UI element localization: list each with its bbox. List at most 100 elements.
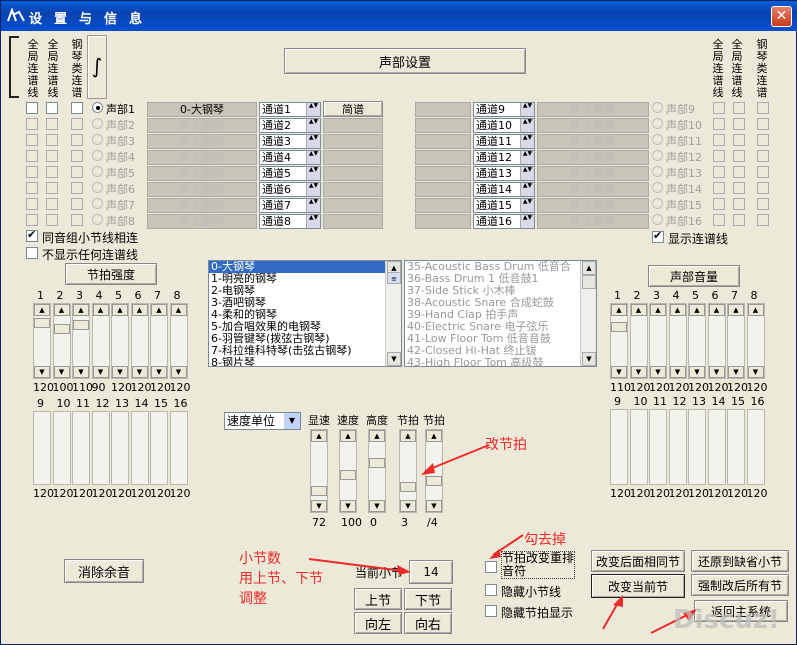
global-staff-checkbox-2[interactable]: [46, 150, 58, 162]
beat-strength-slider[interactable]: ▲ ▼: [111, 303, 129, 379]
up-arrow-icon[interactable]: ▲: [369, 430, 385, 442]
voice-volume-lower-slider[interactable]: [707, 409, 726, 485]
beat-strength-lower-slider[interactable]: [130, 411, 149, 485]
global-staff-checkbox-2[interactable]: [46, 102, 58, 114]
slider-thumb[interactable]: [340, 470, 356, 480]
voice-radio[interactable]: [92, 134, 103, 145]
channel-field[interactable]: 通道5 ▲▼: [259, 166, 321, 181]
brace-toggle-left[interactable]: [9, 36, 19, 98]
voice-volume-lower-slider[interactable]: [610, 409, 628, 485]
brace-button-left[interactable]: ∫: [87, 35, 107, 99]
beat-strength-lower-slider[interactable]: [91, 411, 110, 485]
global-staff-checkbox[interactable]: [713, 166, 725, 178]
channel-spinner[interactable]: ▲▼: [306, 135, 320, 148]
instrument-field[interactable]: 0-大钢琴: [147, 150, 257, 165]
beat-strength-slider[interactable]: ▲ ▼: [169, 303, 188, 379]
prev-bar-button[interactable]: 上节: [354, 588, 402, 610]
voice-radio[interactable]: [92, 118, 103, 129]
slider-thumb[interactable]: [400, 482, 416, 492]
restore-default-button[interactable]: 还原到缺省小节: [691, 550, 789, 572]
beat-strength-lower-slider[interactable]: [72, 411, 90, 485]
down-arrow-icon[interactable]: ▼: [611, 366, 627, 378]
global-staff-checkbox[interactable]: [26, 102, 38, 114]
up-arrow-icon[interactable]: ▲: [611, 304, 627, 316]
global-staff-checkbox[interactable]: [713, 198, 725, 210]
global-staff-checkbox-2[interactable]: [733, 118, 745, 130]
piano-staff-checkbox[interactable]: [757, 214, 769, 226]
clear-sound-button[interactable]: 消除余音: [64, 559, 144, 583]
tempo-slider[interactable]: ▲ ▼: [310, 429, 328, 513]
beat-strength-lower-slider[interactable]: [150, 411, 168, 485]
piano-staff-checkbox[interactable]: [71, 166, 83, 178]
instrument-list[interactable]: 0-大钢琴 1-明亮的钢琴 2-电钢琴 3-酒吧钢琴 4-柔和的钢琴 5-加合唱效果的电钢…: [208, 260, 402, 367]
voice-radio[interactable]: [652, 118, 663, 129]
global-staff-checkbox[interactable]: [713, 150, 725, 162]
channel-spinner[interactable]: ▲▼: [520, 199, 534, 212]
beat-strength-lower-slider[interactable]: [52, 411, 71, 485]
force-all-button[interactable]: 强制改后所有节: [691, 574, 789, 596]
global-staff-checkbox-2[interactable]: [46, 198, 58, 210]
down-arrow-icon[interactable]: ▼: [650, 366, 666, 378]
channel-spinner[interactable]: ▲▼: [520, 135, 534, 148]
channel-field[interactable]: 通道12 ▲▼: [473, 150, 535, 165]
same-group-link-checkbox[interactable]: [26, 228, 38, 242]
instrument-field[interactable]: 0-大钢琴: [147, 182, 257, 197]
piano-staff-checkbox[interactable]: [71, 150, 83, 162]
voice-volume-slider[interactable]: ▲ ▼: [746, 303, 765, 379]
up-arrow-icon[interactable]: ▲: [689, 304, 705, 316]
down-arrow-icon[interactable]: ▼: [689, 366, 705, 378]
beat-strength-lower-slider[interactable]: [33, 411, 51, 485]
global-staff-checkbox-2[interactable]: [733, 198, 745, 210]
voice-radio[interactable]: [652, 198, 663, 209]
beat-strength-slider[interactable]: ▲ ▼: [72, 303, 90, 379]
up-arrow-icon[interactable]: ▲: [34, 304, 50, 316]
voice-volume-lower-slider[interactable]: [649, 409, 667, 485]
beat-strength-button[interactable]: 节拍强度: [65, 263, 157, 285]
up-arrow-icon[interactable]: ▲: [112, 304, 128, 316]
voice-volume-slider[interactable]: ▲ ▼: [668, 303, 687, 379]
global-staff-checkbox[interactable]: [713, 214, 725, 226]
piano-staff-checkbox[interactable]: [757, 166, 769, 178]
global-staff-checkbox[interactable]: [26, 118, 38, 130]
beat-strength-lower-slider[interactable]: [111, 411, 129, 485]
down-arrow-icon[interactable]: ▼: [426, 500, 442, 512]
instrument-field[interactable]: 0-大钢琴: [537, 150, 649, 165]
up-arrow-icon[interactable]: ▲: [340, 430, 356, 442]
instrument-field[interactable]: 0-大钢琴: [537, 214, 649, 229]
down-arrow-icon[interactable]: ▼: [747, 366, 764, 378]
slider-thumb[interactable]: [34, 318, 50, 328]
channel-spinner[interactable]: ▲▼: [306, 167, 320, 180]
instrument-field[interactable]: 0-大钢琴: [537, 134, 649, 149]
drum-list[interactable]: 35-Acoustic Bass Drum 低音合 36-Bass Drum 1 …: [404, 260, 597, 367]
slider-thumb[interactable]: [53, 324, 70, 334]
up-arrow-icon[interactable]: ▲: [92, 304, 109, 316]
up-arrow-icon[interactable]: ▲: [170, 304, 187, 316]
voice-volume-lower-slider[interactable]: [727, 409, 745, 485]
up-arrow-icon[interactable]: ▲: [728, 304, 744, 316]
down-arrow-icon[interactable]: ▼: [630, 366, 647, 378]
up-arrow-icon[interactable]: ▲: [630, 304, 647, 316]
global-staff-checkbox[interactable]: [713, 102, 725, 114]
channel-spinner[interactable]: ▲▼: [520, 215, 534, 228]
simple-score-button[interactable]: 简谱: [323, 101, 383, 117]
next-bar-button[interactable]: 下节: [404, 588, 452, 610]
down-arrow-icon[interactable]: ▼: [311, 500, 327, 512]
channel-spinner[interactable]: ▲▼: [520, 183, 534, 196]
move-right-button[interactable]: 向右: [404, 612, 452, 634]
voice-radio[interactable]: [92, 166, 103, 177]
instrument-field[interactable]: 0-大钢琴: [147, 118, 257, 133]
down-arrow-icon[interactable]: ▼: [708, 366, 725, 378]
global-staff-checkbox-2[interactable]: [733, 182, 745, 194]
channel-spinner[interactable]: ▲▼: [306, 199, 320, 212]
voice-radio[interactable]: [652, 166, 663, 177]
beat-strength-slider[interactable]: ▲ ▼: [150, 303, 168, 379]
voice-radio[interactable]: [92, 182, 103, 193]
channel-spinner[interactable]: ▲▼: [520, 167, 534, 180]
global-staff-checkbox-2[interactable]: [733, 150, 745, 162]
voice-radio[interactable]: [92, 214, 103, 225]
up-arrow-icon[interactable]: ▲: [669, 304, 686, 316]
instrument-field[interactable]: 0-大钢琴: [537, 198, 649, 213]
global-staff-checkbox-2[interactable]: [733, 102, 745, 114]
channel-field[interactable]: 通道8 ▲▼: [259, 214, 321, 229]
up-arrow-icon[interactable]: ▲: [131, 304, 148, 316]
